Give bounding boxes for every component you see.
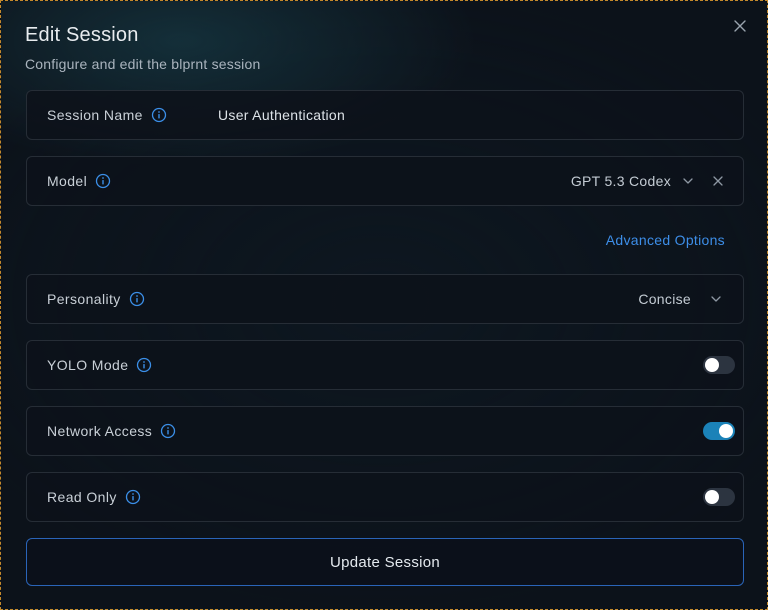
session-name-label: Session Name (47, 107, 143, 123)
advanced-options-link[interactable]: Advanced Options (606, 232, 725, 248)
info-icon[interactable] (136, 357, 152, 373)
info-icon[interactable] (125, 489, 141, 505)
read-only-field: Read Only (26, 472, 744, 522)
read-only-label: Read Only (47, 489, 117, 505)
info-icon[interactable] (95, 173, 111, 189)
read-only-toggle[interactable] (703, 488, 735, 506)
clear-icon[interactable] (711, 174, 725, 188)
info-icon[interactable] (151, 107, 167, 123)
network-access-label: Network Access (47, 423, 153, 439)
toggle-knob (719, 424, 733, 438)
edit-session-dialog: Edit Session Configure and edit the blpr… (0, 0, 768, 610)
model-field[interactable]: Model GPT 5.3 Codex (26, 156, 744, 206)
toggle-knob (705, 490, 719, 504)
toggle-knob (705, 358, 719, 372)
model-select-value[interactable]: GPT 5.3 Codex (571, 173, 671, 189)
personality-label: Personality (47, 291, 121, 307)
dialog-subtitle: Configure and edit the blprnt session (25, 56, 261, 72)
session-name-field[interactable]: Session Name User Authentication (26, 90, 744, 140)
yolo-mode-label: YOLO Mode (47, 357, 129, 373)
session-name-input[interactable]: User Authentication (218, 107, 345, 123)
network-access-toggle[interactable] (703, 422, 735, 440)
personality-select-value[interactable]: Concise (638, 291, 691, 307)
chevron-down-icon[interactable] (709, 292, 723, 306)
chevron-down-icon[interactable] (681, 174, 695, 188)
update-session-button[interactable]: Update Session (26, 538, 744, 586)
info-icon[interactable] (129, 291, 145, 307)
personality-field[interactable]: Personality Concise (26, 274, 744, 324)
dialog-title: Edit Session (25, 24, 139, 46)
info-icon[interactable] (160, 423, 176, 439)
model-label: Model (47, 173, 88, 189)
network-access-field: Network Access (26, 406, 744, 456)
yolo-mode-toggle[interactable] (703, 356, 735, 374)
close-icon[interactable] (731, 17, 749, 35)
yolo-mode-field: YOLO Mode (26, 340, 744, 390)
